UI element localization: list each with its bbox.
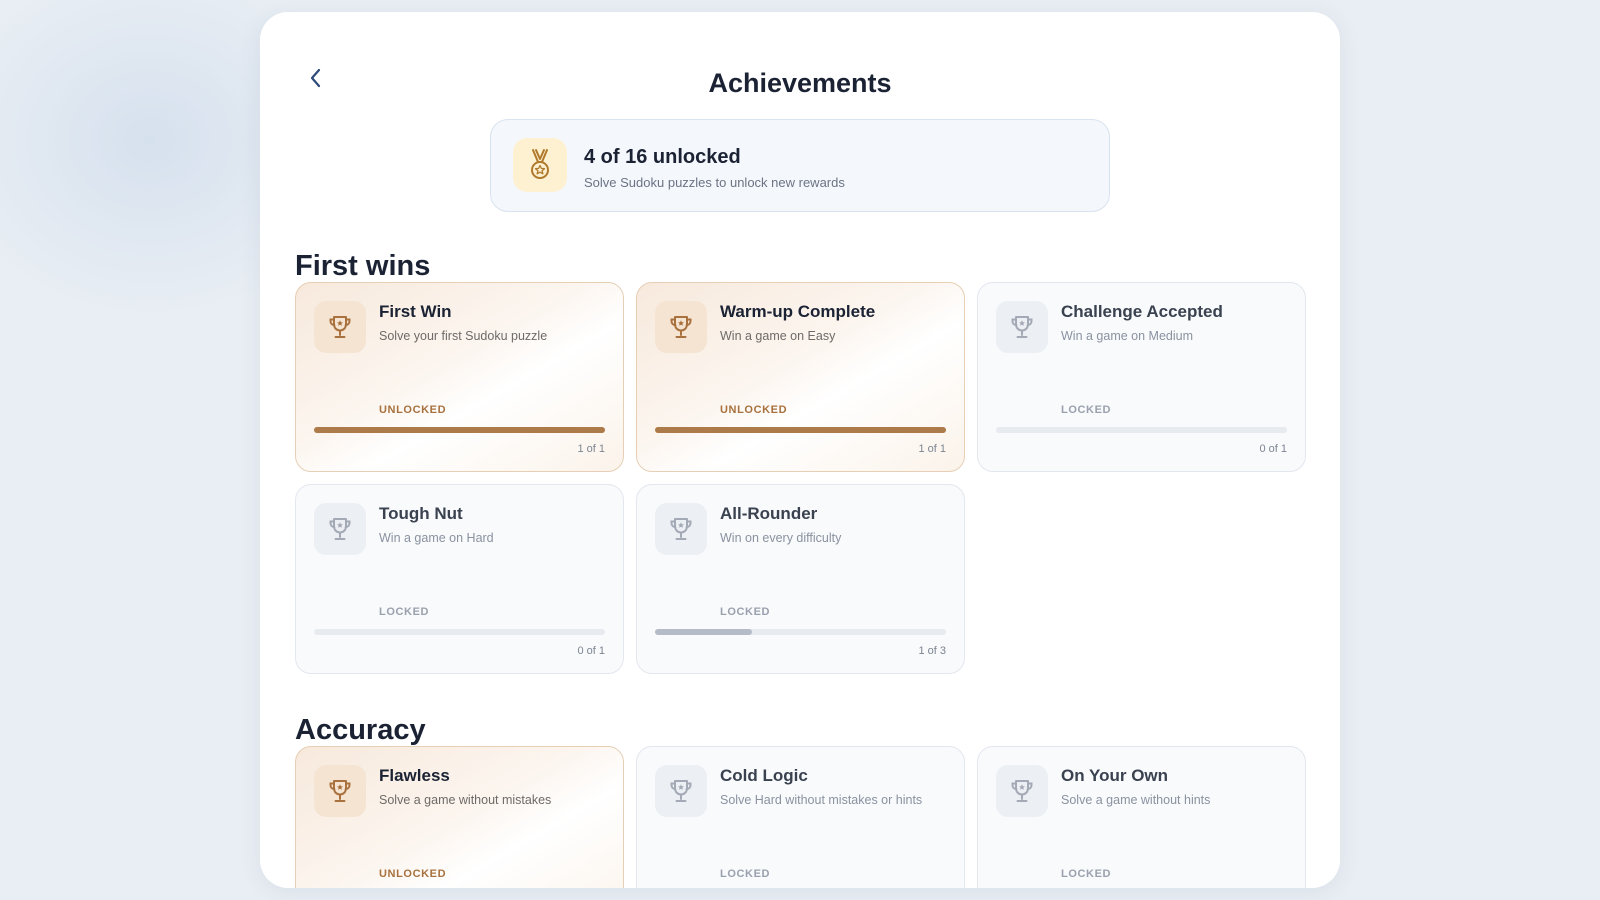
trophy-icon (314, 765, 366, 817)
achievement-card[interactable]: Cold Logic Solve Hard without mistakes o… (636, 746, 965, 888)
trophy-icon (996, 765, 1048, 817)
summary-title: 4 of 16 unlocked (584, 146, 741, 168)
achievement-description: Win a game on Medium (1061, 329, 1194, 343)
achievement-status: UNLOCKED (379, 404, 447, 416)
progress-fill (655, 629, 752, 635)
trophy-icon (996, 301, 1048, 353)
achievement-description: Win on every difficulty (720, 531, 842, 545)
summary-subtitle: Solve Sudoku puzzles to unlock new rewar… (584, 175, 845, 190)
trophy-icon (314, 503, 366, 555)
achievement-description: Win a game on Easy (720, 329, 836, 343)
achievement-card[interactable]: On Your Own Solve a game without hints L… (977, 746, 1306, 888)
achievement-description: Solve a game without mistakes (379, 793, 552, 807)
achievement-card[interactable]: All-Rounder Win on every difficulty LOCK… (636, 484, 965, 674)
achievement-description: Solve your first Sudoku puzzle (379, 329, 548, 343)
achievement-status: LOCKED (1061, 404, 1112, 416)
achievements-panel: Achievements 4 of 16 unlocked Solve Sudo… (260, 12, 1340, 888)
trophy-icon (314, 301, 366, 353)
progress-bar (314, 427, 605, 433)
section-title-accuracy: Accuracy (295, 714, 426, 746)
achievement-title: First Win (379, 302, 452, 321)
achievement-status: LOCKED (379, 606, 430, 618)
achievement-title: Flawless (379, 766, 450, 785)
achievement-status: LOCKED (1061, 868, 1112, 880)
achievement-status: LOCKED (720, 868, 771, 880)
medal-icon (513, 138, 567, 192)
page-title: Achievements (708, 68, 892, 98)
achievement-title: Cold Logic (720, 766, 808, 785)
progress-count: 1 of 1 (918, 443, 946, 455)
trophy-icon (655, 301, 707, 353)
progress-bar (655, 427, 946, 433)
achievement-title: Tough Nut (379, 504, 463, 523)
progress-count: 0 of 1 (577, 645, 605, 657)
progress-bar (996, 427, 1287, 433)
progress-count: 0 of 1 (1259, 443, 1287, 455)
progress-count: 1 of 3 (918, 645, 946, 657)
achievement-title: On Your Own (1061, 766, 1169, 785)
achievement-card[interactable]: Tough Nut Win a game on Hard LOCKED 0 of… (295, 484, 624, 674)
achievement-status: LOCKED (720, 606, 771, 618)
progress-fill (314, 427, 605, 433)
progress-bar (314, 629, 605, 635)
achievement-card[interactable]: Warm-up Complete Win a game on Easy UNLO… (636, 282, 965, 472)
achievement-description: Solve a game without hints (1061, 793, 1211, 807)
achievement-description: Solve Hard without mistakes or hints (720, 793, 923, 807)
trophy-icon (655, 765, 707, 817)
achievement-title: Challenge Accepted (1061, 302, 1223, 321)
achievement-card[interactable]: Challenge Accepted Win a game on Medium … (977, 282, 1306, 472)
achievement-status: UNLOCKED (720, 404, 788, 416)
achievement-card[interactable]: First Win Solve your first Sudoku puzzle… (295, 282, 624, 472)
progress-count: 1 of 1 (577, 443, 605, 455)
progress-bar (655, 629, 946, 635)
section-title-first-wins: First wins (295, 250, 431, 282)
achievement-status: UNLOCKED (379, 868, 447, 880)
trophy-icon (655, 503, 707, 555)
achievement-title: Warm-up Complete (720, 302, 876, 321)
summary-card: 4 of 16 unlocked Solve Sudoku puzzles to… (490, 119, 1110, 212)
progress-fill (655, 427, 946, 433)
achievement-title: All-Rounder (720, 504, 818, 523)
achievement-card[interactable]: Flawless Solve a game without mistakes U… (295, 746, 624, 888)
achievement-description: Win a game on Hard (379, 531, 494, 545)
